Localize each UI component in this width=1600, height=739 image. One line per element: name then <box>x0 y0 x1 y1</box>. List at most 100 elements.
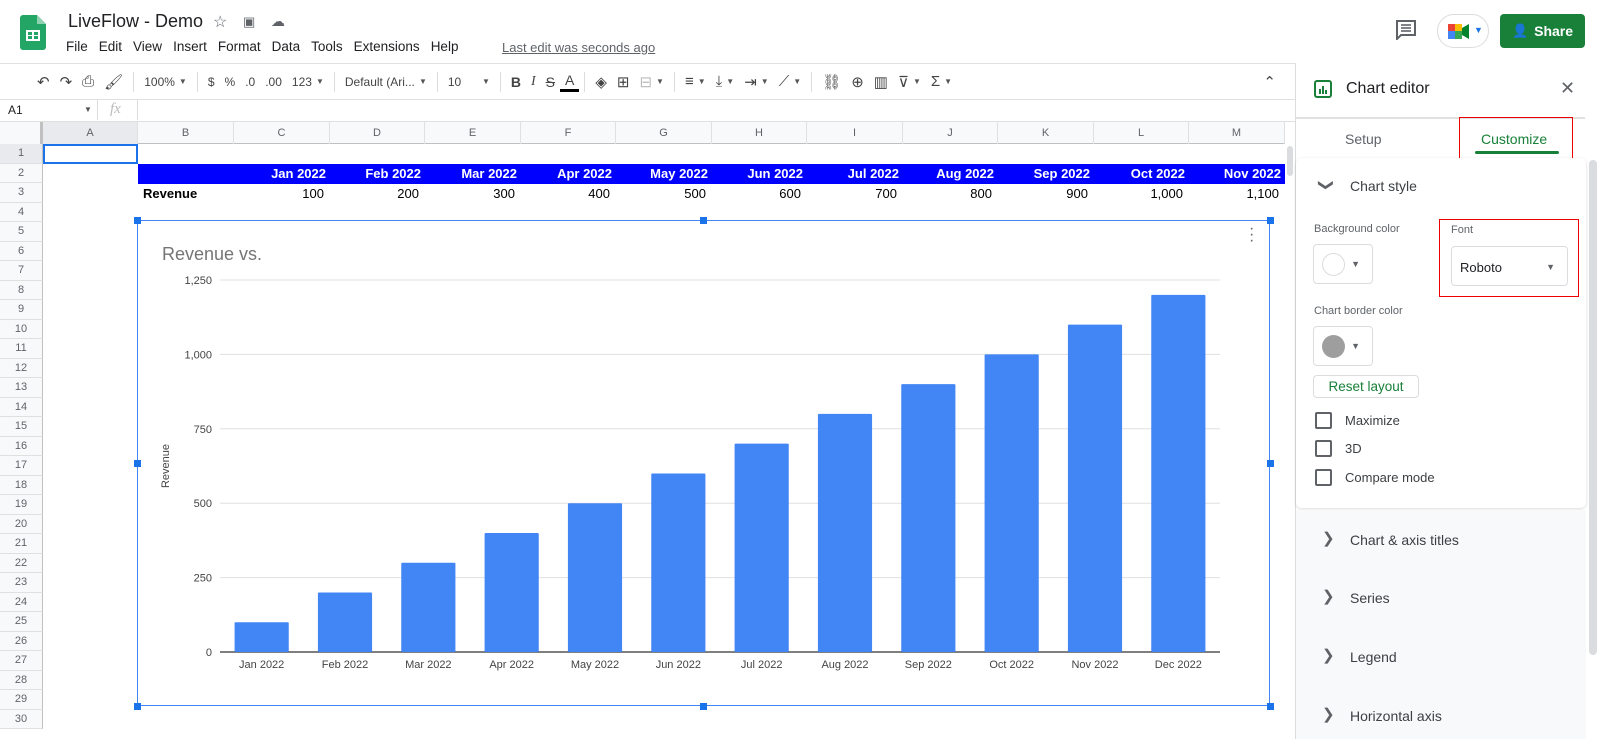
menu-insert[interactable]: Insert <box>173 39 207 54</box>
zoom-select[interactable]: 100% ▼ <box>139 70 192 94</box>
grid-scrollbar[interactable] <box>1287 146 1293 176</box>
revenue-value-cell[interactable]: 100 <box>234 184 324 204</box>
revenue-value-cell[interactable]: 400 <box>521 184 610 204</box>
merge-cells-icon[interactable]: ⊟ ▼ <box>634 70 669 94</box>
month-header-cell[interactable]: Sep 2022 <box>998 164 1090 184</box>
row-header-18[interactable]: 18 <box>0 475 43 495</box>
row-header-15[interactable]: 15 <box>0 417 43 437</box>
tab-setup[interactable]: Setup <box>1345 131 1382 147</box>
chevron-right-icon[interactable]: ❯ <box>1322 587 1335 605</box>
strikethrough-button[interactable]: S <box>541 70 560 94</box>
revenue-value-cell[interactable]: 700 <box>807 184 897 204</box>
panel-scrollbar[interactable] <box>1589 160 1597 655</box>
month-header-cell[interactable]: Apr 2022 <box>521 164 612 184</box>
redo-icon[interactable]: ↷ <box>55 70 78 94</box>
menu-extensions[interactable]: Extensions <box>354 39 420 54</box>
menu-data[interactable]: Data <box>272 39 301 54</box>
revenue-value-cell[interactable]: 200 <box>330 184 419 204</box>
column-header-j[interactable]: J <box>903 122 998 144</box>
revenue-value-cell[interactable]: 1,000 <box>1094 184 1183 204</box>
chevron-right-icon[interactable]: ❯ <box>1322 529 1335 547</box>
row-header-12[interactable]: 12 <box>0 358 43 378</box>
star-icon[interactable]: ☆ <box>213 12 227 32</box>
currency-format-button[interactable]: $ <box>203 70 220 94</box>
chevron-right-icon[interactable]: ❯ <box>1322 646 1335 664</box>
menu-file[interactable]: File <box>66 39 88 54</box>
font-family-select[interactable]: Default (Ari... ▼ <box>340 70 432 94</box>
resize-handle[interactable] <box>134 703 141 710</box>
row-header-25[interactable]: 25 <box>0 612 43 632</box>
column-header-c[interactable]: C <box>234 122 330 144</box>
month-header-cell[interactable]: May 2022 <box>616 164 708 184</box>
row-header-13[interactable]: 13 <box>0 378 43 398</box>
column-header-h[interactable]: H <box>712 122 807 144</box>
decrease-decimal-button[interactable]: .0 <box>240 70 260 94</box>
section-legend[interactable]: Legend <box>1350 649 1397 665</box>
revenue-value-cell[interactable]: 900 <box>998 184 1088 204</box>
section-series[interactable]: Series <box>1350 590 1390 606</box>
chart-border-color-picker[interactable]: ▼ <box>1313 326 1373 366</box>
collapse-toolbar-icon[interactable]: ⌃ <box>1258 70 1281 94</box>
column-header-e[interactable]: E <box>425 122 521 144</box>
percent-format-button[interactable]: % <box>220 70 241 94</box>
insert-chart-icon[interactable]: ▥ <box>869 70 893 94</box>
row-header-23[interactable]: 23 <box>0 573 43 593</box>
close-icon[interactable]: ✕ <box>1560 78 1575 99</box>
row-header-17[interactable]: 17 <box>0 456 43 476</box>
formula-input[interactable] <box>145 103 1245 119</box>
row-header-28[interactable]: 28 <box>0 670 43 690</box>
row-header-26[interactable]: 26 <box>0 631 43 651</box>
resize-handle[interactable] <box>134 217 141 224</box>
document-title[interactable]: LiveFlow - Demo <box>68 11 203 32</box>
row-header-4[interactable]: 4 <box>0 202 43 222</box>
revenue-value-cell[interactable]: 500 <box>616 184 706 204</box>
resize-handle[interactable] <box>1267 703 1274 710</box>
chart-more-options-icon[interactable]: · · · <box>1249 221 1254 249</box>
column-header-g[interactable]: G <box>616 122 712 144</box>
print-icon[interactable]: ⎙ <box>77 70 99 94</box>
background-color-picker[interactable]: ▼ <box>1313 244 1373 284</box>
row-header-27[interactable]: 27 <box>0 651 43 671</box>
font-size-select[interactable]: 10 ▼ <box>443 70 495 94</box>
fill-color-icon[interactable]: ◈ <box>590 70 612 94</box>
section-chart-axis-titles[interactable]: Chart & axis titles <box>1350 532 1459 548</box>
functions-icon[interactable]: Σ ▼ <box>926 70 957 94</box>
revenue-row-label[interactable]: Revenue <box>143 184 197 204</box>
section-horizontal-axis[interactable]: Horizontal axis <box>1350 708 1442 724</box>
section-chart-style[interactable]: Chart style <box>1350 178 1417 194</box>
share-button[interactable]: 👤 Share <box>1500 14 1585 48</box>
column-header-k[interactable]: K <box>998 122 1094 144</box>
revenue-value-cell[interactable]: 1,100 <box>1189 184 1279 204</box>
row-header-2[interactable]: 2 <box>0 163 43 183</box>
row-header-29[interactable]: 29 <box>0 690 43 710</box>
menu-format[interactable]: Format <box>218 39 261 54</box>
text-rotation-icon[interactable]: ⟋ ▼ <box>774 70 806 94</box>
increase-decimal-button[interactable]: .00 <box>260 70 287 94</box>
select-all-corner[interactable] <box>0 122 43 144</box>
insert-link-icon[interactable]: ⛓ <box>817 70 846 94</box>
selected-cell-a1[interactable] <box>43 144 138 164</box>
resize-handle[interactable] <box>1267 217 1274 224</box>
column-header-m[interactable]: M <box>1189 122 1285 144</box>
menu-tools[interactable]: Tools <box>311 39 343 54</box>
resize-handle[interactable] <box>700 703 707 710</box>
row-header-11[interactable]: 11 <box>0 339 43 359</box>
text-color-button[interactable]: A <box>560 72 580 92</box>
menu-edit[interactable]: Edit <box>99 39 122 54</box>
vertical-align-icon[interactable]: ⤓ ▼ <box>711 70 740 94</box>
comments-icon[interactable] <box>1395 20 1417 40</box>
name-box[interactable]: A1 <box>8 103 23 117</box>
row-header-9[interactable]: 9 <box>0 300 43 320</box>
menu-view[interactable]: View <box>133 39 162 54</box>
name-box-dropdown-icon[interactable]: ▼ <box>84 105 92 114</box>
resize-handle[interactable] <box>700 217 707 224</box>
paint-format-icon[interactable]: 🖌 <box>99 70 128 94</box>
row-header-3[interactable]: 3 <box>0 183 43 203</box>
chart-title[interactable]: Revenue vs. <box>162 244 262 265</box>
month-header-cell[interactable]: Jul 2022 <box>807 164 899 184</box>
bold-button[interactable]: B <box>506 70 526 94</box>
column-header-a[interactable]: A <box>43 122 138 144</box>
resize-handle[interactable] <box>1267 460 1274 467</box>
column-header-b[interactable]: B <box>138 122 234 144</box>
last-edit-link[interactable]: Last edit was seconds ago <box>502 40 655 55</box>
